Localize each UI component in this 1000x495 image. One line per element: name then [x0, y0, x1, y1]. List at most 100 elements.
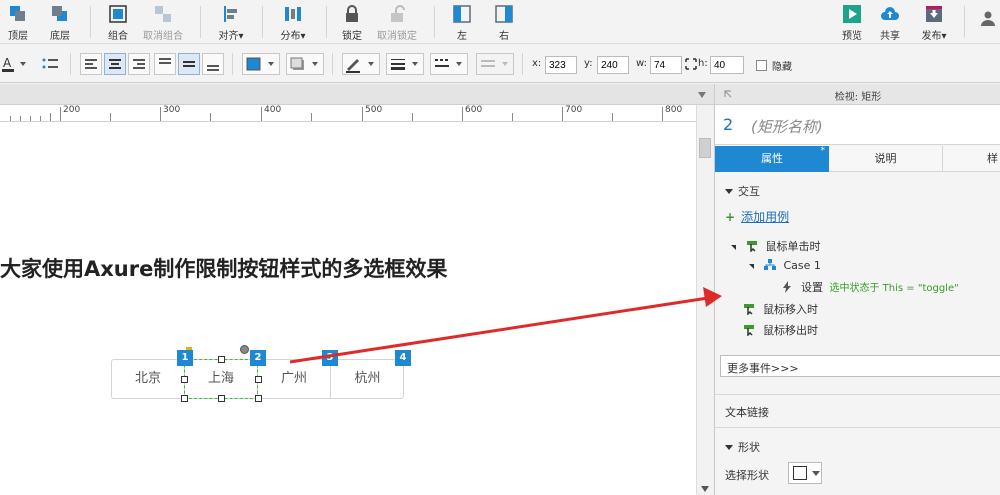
x-input[interactable] [545, 56, 577, 74]
ungroup-icon [155, 6, 171, 22]
select-shape-dropdown[interactable] [788, 462, 822, 484]
arrow-style-button[interactable] [476, 53, 514, 75]
play-icon [843, 5, 861, 23]
valign-bottom-button[interactable] [202, 53, 224, 75]
widget-name-bar[interactable]: 2 (矩形名称) [715, 105, 1000, 145]
line-weight-icon [391, 59, 418, 70]
x-label: x: [532, 58, 542, 69]
border-color-button[interactable] [342, 53, 380, 75]
ruler-label: 700 [565, 105, 583, 115]
align-icon [224, 6, 237, 22]
vertical-scrollbar[interactable] [696, 105, 713, 495]
align-text-center-icon [109, 59, 121, 69]
rectangle-shape-icon [793, 466, 807, 480]
valign-top-icon [159, 58, 171, 64]
page-heading: 大家使用Axure制作限制按钮样式的多选框效果 [0, 257, 448, 281]
line-dash-icon [435, 59, 462, 67]
more-events-dropdown[interactable]: 更多事件>>> [720, 355, 1000, 377]
send-to-back-button[interactable]: 底层 [44, 2, 76, 42]
design-canvas[interactable]: 大家使用Axure制作限制按钮样式的多选框效果 北京 上海 广州 杭州 1 2 … [0, 122, 696, 495]
right-button[interactable]: 右 [490, 2, 518, 42]
aspect-ratio-lock-icon[interactable] [685, 58, 697, 70]
bullet-list-icon[interactable] [40, 55, 62, 73]
y-input[interactable] [597, 56, 629, 74]
border-style-button[interactable] [430, 53, 468, 75]
share-label: 共享 [880, 31, 900, 42]
distribute-label: 分布▾ [280, 31, 306, 42]
preview-button[interactable]: 预览 [838, 2, 866, 42]
ruler-label: 600 [465, 105, 483, 115]
bring-to-front-button[interactable]: 顶层 [2, 2, 34, 42]
publish-button[interactable]: 发布▾ [916, 2, 952, 42]
pencil-icon [346, 59, 374, 73]
unlock-button[interactable]: 取消锁定 [374, 2, 420, 42]
ungroup-button[interactable]: 取消组合 [140, 2, 186, 42]
tab-style[interactable]: 样 [943, 146, 1000, 172]
share-button[interactable]: 共享 [876, 2, 904, 42]
font-color-icon[interactable]: A [2, 55, 28, 73]
tab-properties[interactable]: 属性 * [715, 146, 829, 172]
resize-handle[interactable] [255, 395, 262, 402]
send-to-back-icon [52, 6, 67, 21]
tab-notes[interactable]: 说明 [829, 146, 943, 172]
add-case-link[interactable]: + 添加用例 [725, 208, 789, 225]
right-panel-icon [495, 5, 513, 23]
resize-handle[interactable] [181, 395, 188, 402]
resize-handle[interactable] [218, 395, 225, 402]
action-text: 选中状态于 This = "toggle" [829, 283, 959, 294]
interaction-section-header[interactable]: 交互 [725, 183, 760, 199]
plus-icon: + [725, 210, 736, 224]
left-button[interactable]: 左 [448, 2, 476, 42]
case-item[interactable]: Case 1 [749, 259, 821, 272]
section-divider [715, 427, 1000, 428]
user-icon[interactable] [980, 10, 996, 26]
align-text-left-button[interactable] [80, 53, 102, 75]
shape-section-header[interactable]: 形状 [725, 439, 760, 455]
action-item[interactable]: 设置 选中状态于 This = "toggle" [781, 279, 959, 295]
toolbar-divider [434, 6, 435, 38]
toolbar-divider [326, 6, 327, 38]
scroll-thumb[interactable] [699, 138, 711, 158]
event-on-mouse-enter[interactable]: 鼠标移入时 [743, 301, 818, 317]
shadow-button[interactable] [286, 53, 324, 75]
align-text-right-icon [133, 59, 145, 69]
expand-arrow-icon [731, 245, 736, 250]
text-link-section[interactable]: 文本链接 [725, 404, 769, 420]
border-width-button[interactable] [386, 53, 424, 75]
align-text-right-button[interactable] [128, 53, 150, 75]
align-label: 对齐▾ [218, 31, 244, 42]
valign-middle-button[interactable] [178, 53, 200, 75]
hidden-checkbox[interactable] [756, 60, 767, 71]
align-text-center-button[interactable] [104, 53, 126, 75]
right-label: 右 [499, 31, 509, 42]
distribute-button[interactable]: 分布▾ [272, 2, 314, 42]
city-button-beijing[interactable]: 北京 [112, 360, 185, 398]
group-button[interactable]: 组合 [102, 2, 134, 42]
toolbar-divider [964, 6, 965, 38]
toolbar-divider [262, 6, 263, 38]
fill-color-button[interactable] [242, 53, 280, 75]
tab-menu-icon[interactable] [697, 91, 707, 99]
action-prefix: 设置 [801, 281, 823, 294]
city-button-guangzhou[interactable]: 广州 [258, 360, 331, 398]
preview-label: 预览 [842, 31, 862, 42]
event-on-mouse-leave[interactable]: 鼠标移出时 [743, 322, 818, 338]
resize-handle[interactable] [181, 376, 188, 383]
width-input[interactable] [650, 56, 682, 74]
valign-bottom-icon [207, 65, 219, 71]
resize-handle[interactable] [255, 376, 262, 383]
event-on-click[interactable]: 鼠标单击时 [731, 238, 821, 254]
height-input[interactable] [710, 56, 744, 74]
inspector-panel: 检视: 矩形 2 (矩形名称) 属性 * 说明 样 交互 + 添加用例 鼠标单击时… [714, 84, 1000, 495]
lock-button[interactable]: 锁定 [336, 2, 368, 42]
bring-to-front-icon [10, 6, 25, 21]
scroll-down-icon[interactable] [700, 485, 710, 493]
rotate-handle[interactable] [240, 345, 249, 354]
valign-top-button[interactable] [154, 53, 176, 75]
city-button-hangzhou[interactable]: 杭州 [331, 360, 404, 398]
resize-handle[interactable] [218, 356, 225, 363]
widget-name-input[interactable]: (矩形名称) [751, 116, 823, 137]
lock-label: 锁定 [342, 31, 362, 42]
align-button[interactable]: 对齐▾ [210, 2, 252, 42]
valign-middle-icon [183, 61, 195, 67]
